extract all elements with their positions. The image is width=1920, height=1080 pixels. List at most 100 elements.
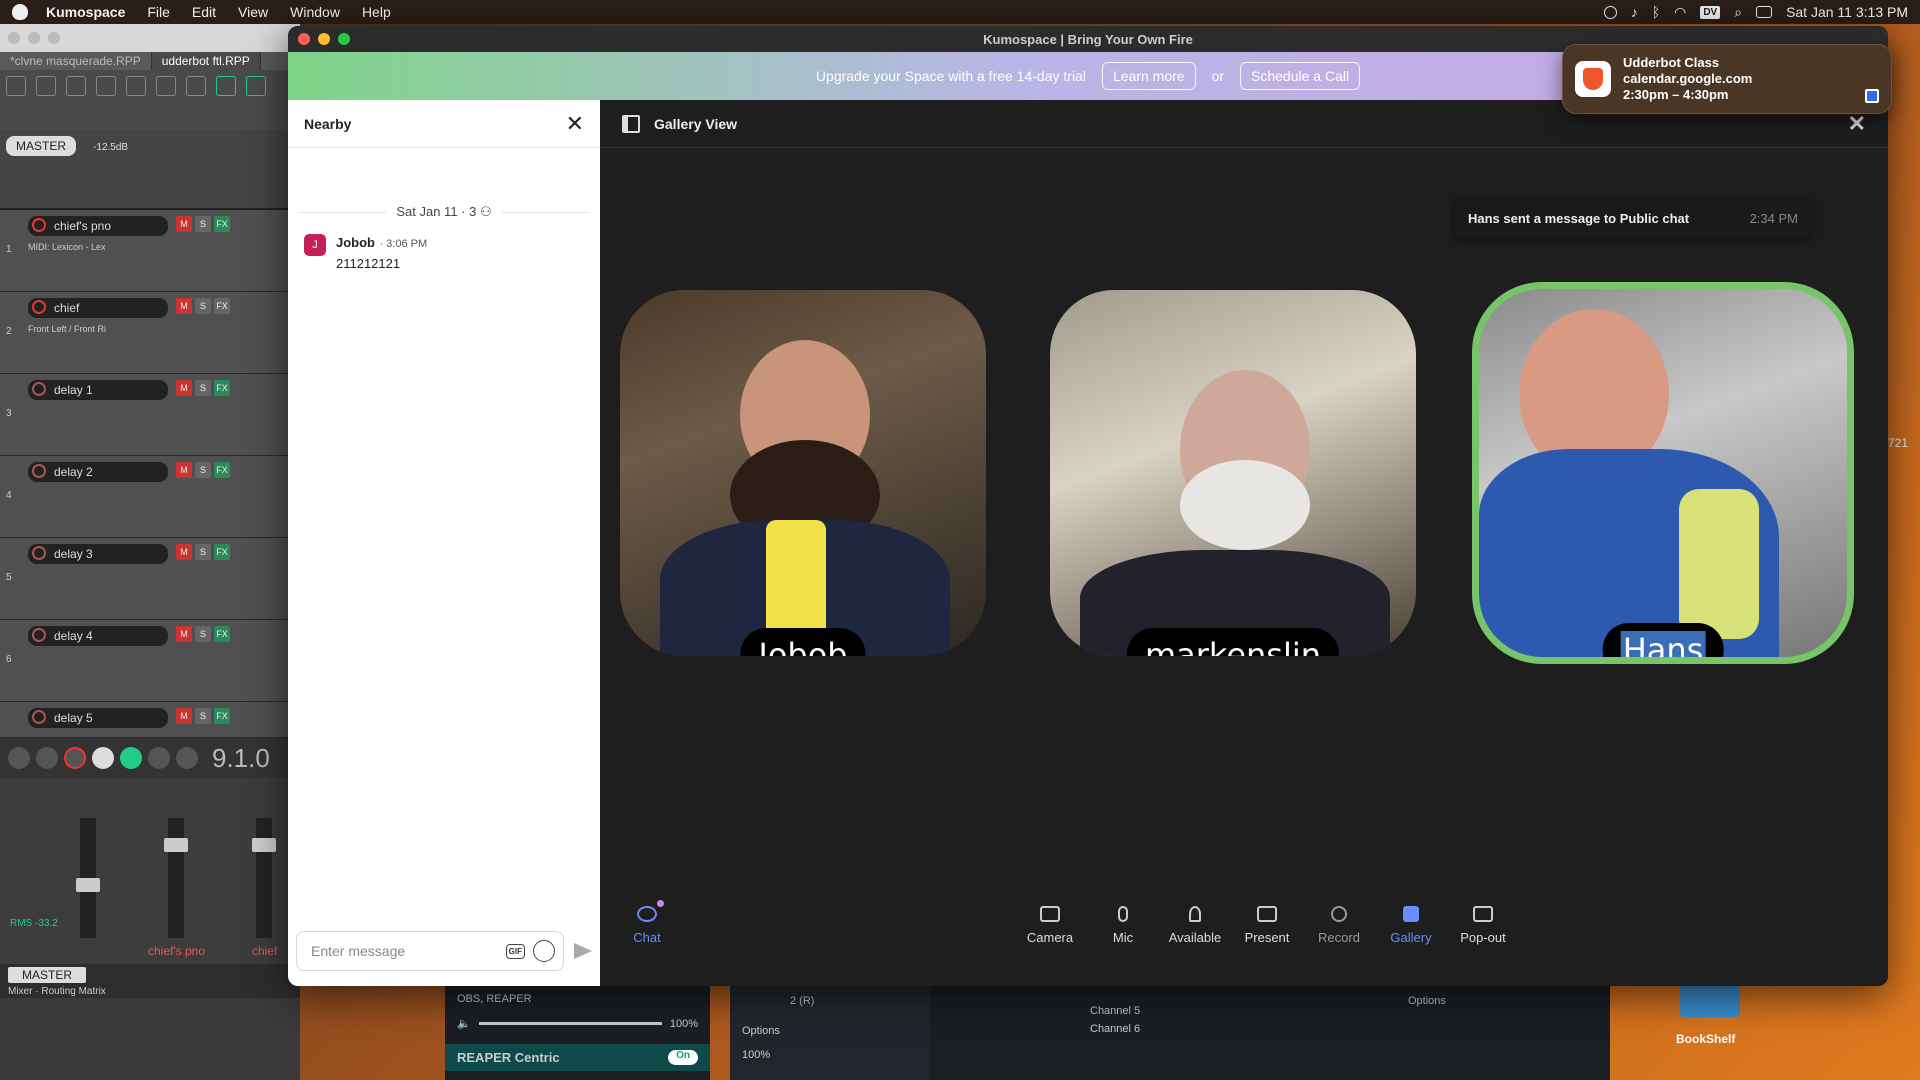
- volume-slider[interactable]: [478, 1022, 662, 1025]
- fx-button[interactable]: FX: [214, 380, 230, 396]
- close-gallery-icon[interactable]: ✕: [1848, 111, 1866, 137]
- control-center-icon[interactable]: [1756, 6, 1773, 18]
- track-name[interactable]: chief: [28, 298, 168, 318]
- record-icon[interactable]: [64, 747, 86, 769]
- track-row[interactable]: delay 5 M S FX: [0, 702, 300, 738]
- play-status-icon[interactable]: [1603, 5, 1617, 19]
- reaper-zoom-icon[interactable]: [48, 32, 60, 44]
- solo-button[interactable]: S: [195, 380, 211, 396]
- loop-icon[interactable]: [120, 747, 142, 769]
- track-row[interactable]: 5 delay 3 M S FX: [0, 538, 300, 620]
- track-name[interactable]: delay 3: [28, 544, 168, 564]
- play-icon[interactable]: [92, 747, 114, 769]
- track-name[interactable]: chief's pno: [28, 216, 168, 236]
- mute-button[interactable]: M: [176, 544, 192, 560]
- track-row[interactable]: 3 delay 1 M S FX: [0, 374, 300, 456]
- mixer-tab[interactable]: Mixer: [8, 986, 32, 997]
- track-row[interactable]: 4 delay 2 M S FX: [0, 456, 300, 538]
- metronome-icon[interactable]: [186, 76, 206, 96]
- menu-help[interactable]: Help: [362, 4, 391, 20]
- save-project-icon[interactable]: [66, 76, 86, 96]
- chat-button[interactable]: Chat: [612, 900, 682, 945]
- track-row[interactable]: 1 chief's pno M S FX MIDI: Lexicon - Lex: [0, 210, 300, 292]
- volume-icon[interactable]: ♪: [1631, 4, 1638, 20]
- bookshelf-icon[interactable]: [1680, 985, 1740, 1017]
- menu-app-name[interactable]: Kumospace: [46, 4, 125, 20]
- mute-button[interactable]: M: [176, 708, 192, 724]
- input-badge[interactable]: DV: [1700, 5, 1721, 19]
- solo-button[interactable]: S: [195, 626, 211, 642]
- redo-icon[interactable]: [156, 76, 176, 96]
- schedule-call-button[interactable]: Schedule a Call: [1240, 62, 1361, 90]
- menu-clock[interactable]: Sat Jan 11 3:13 PM: [1786, 4, 1908, 20]
- bluetooth-icon[interactable]: ᛒ: [1652, 4, 1660, 20]
- bookshelf-label[interactable]: BookShelf: [1676, 1032, 1735, 1046]
- menu-edit[interactable]: Edit: [192, 4, 216, 20]
- undo-icon[interactable]: [126, 76, 146, 96]
- fx-button[interactable]: FX: [214, 544, 230, 560]
- info-icon[interactable]: [96, 76, 116, 96]
- ripple-icon[interactable]: [216, 76, 236, 96]
- reaper-tab[interactable]: *clvne masquerade.RPP: [0, 52, 152, 70]
- mute-button[interactable]: M: [176, 216, 192, 232]
- chat-notification[interactable]: Hans sent a message to Public chat 2:34 …: [1454, 198, 1812, 238]
- mixer-strip-label[interactable]: chief's pno: [148, 944, 205, 958]
- message-author[interactable]: Jobob: [336, 235, 375, 250]
- available-button[interactable]: Available: [1160, 906, 1230, 945]
- learn-more-button[interactable]: Learn more: [1101, 62, 1196, 90]
- toggle-on[interactable]: On: [668, 1050, 698, 1065]
- options-toggle[interactable]: Options: [1408, 995, 1446, 1007]
- pause-icon[interactable]: [176, 747, 198, 769]
- search-icon[interactable]: ⌕: [1734, 4, 1742, 21]
- record-arm-icon[interactable]: [32, 218, 46, 232]
- calendar-notification[interactable]: Udderbot Class calendar.google.com 2:30p…: [1562, 44, 1892, 114]
- record-arm-icon[interactable]: [32, 628, 46, 642]
- gif-button[interactable]: GIF: [505, 943, 525, 959]
- popout-button[interactable]: Pop-out: [1448, 906, 1518, 945]
- channel-5[interactable]: Channel 5: [1090, 1005, 1140, 1017]
- new-project-icon[interactable]: [6, 76, 26, 96]
- fx-button[interactable]: FX: [214, 708, 230, 724]
- fx-button[interactable]: FX: [214, 462, 230, 478]
- mute-button[interactable]: M: [176, 380, 192, 396]
- channel-6[interactable]: Channel 6: [1090, 1023, 1140, 1035]
- fx-button[interactable]: FX: [214, 216, 230, 232]
- gallery-button[interactable]: Gallery: [1376, 906, 1446, 945]
- reaper-min-icon[interactable]: [28, 32, 40, 44]
- record-arm-icon[interactable]: [32, 710, 46, 724]
- track-name[interactable]: delay 1: [28, 380, 168, 400]
- volume-fader[interactable]: [164, 838, 188, 852]
- record-arm-icon[interactable]: [32, 300, 46, 314]
- track-input[interactable]: MIDI: Lexicon - Lex: [28, 242, 296, 252]
- avatar[interactable]: J: [304, 234, 326, 256]
- solo-button[interactable]: S: [195, 298, 211, 314]
- track-name[interactable]: delay 2: [28, 462, 168, 482]
- open-project-icon[interactable]: [36, 76, 56, 96]
- track-name[interactable]: delay 5: [28, 708, 168, 728]
- track-input[interactable]: Front Left / Front Ri: [28, 324, 296, 334]
- message-input[interactable]: Enter message GIF: [296, 931, 564, 971]
- record-button[interactable]: Record: [1304, 906, 1374, 945]
- participant-tile[interactable]: Jobob: [620, 290, 986, 656]
- participant-tile-speaking[interactable]: Hans: [1472, 282, 1854, 664]
- solo-button[interactable]: S: [195, 216, 211, 232]
- speaker-icon[interactable]: 🔈: [457, 1017, 471, 1030]
- track-name[interactable]: delay 4: [28, 626, 168, 646]
- camera-button[interactable]: Camera: [1015, 906, 1085, 945]
- mute-button[interactable]: M: [176, 462, 192, 478]
- mixer-master-label[interactable]: MASTER: [8, 967, 87, 983]
- rewind-icon[interactable]: [8, 747, 30, 769]
- close-chat-icon[interactable]: ✕: [566, 111, 584, 137]
- master-label[interactable]: MASTER: [6, 136, 77, 156]
- menu-file[interactable]: File: [147, 4, 170, 20]
- fx-button[interactable]: FX: [214, 298, 230, 314]
- present-button[interactable]: Present: [1232, 906, 1302, 945]
- mute-button[interactable]: M: [176, 298, 192, 314]
- mixer-strip-label[interactable]: chief: [252, 944, 277, 958]
- record-arm-icon[interactable]: [32, 546, 46, 560]
- volume-fader[interactable]: [76, 878, 100, 892]
- solo-button[interactable]: S: [195, 544, 211, 560]
- options-toggle[interactable]: Options: [730, 1017, 930, 1045]
- apple-icon[interactable]: [12, 4, 28, 20]
- record-arm-icon[interactable]: [32, 382, 46, 396]
